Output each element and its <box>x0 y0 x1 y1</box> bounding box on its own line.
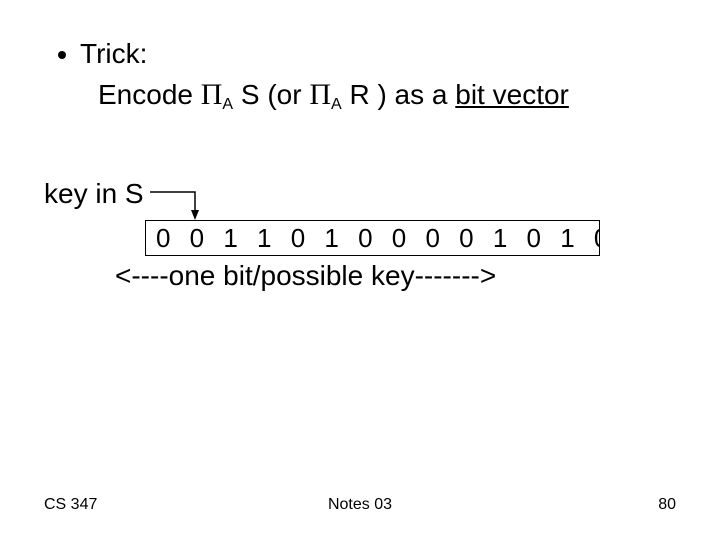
footer-page: 80 <box>658 496 676 514</box>
pi-sub-1: A <box>222 96 233 113</box>
pi-sub-2: A <box>331 96 342 113</box>
bullet-line-2: Encode ΠA S (or ΠA R ) as a bit vector <box>98 78 569 116</box>
footer-notes: Notes 03 <box>0 496 720 514</box>
pi-symbol-1: Π <box>201 78 223 111</box>
encode-R: R ) as a <box>342 79 456 110</box>
encode-S: S (or <box>233 79 309 110</box>
slide: Trick: Encode ΠA S (or ΠA R ) as a bit v… <box>0 0 720 540</box>
pi-symbol-2: Π <box>309 78 331 111</box>
encode-prefix: Encode <box>98 79 201 110</box>
trick-text: Trick: <box>80 38 147 70</box>
bit-vector-box: 0 0 1 1 0 1 0 0 0 0 1 0 1 0 0 <box>145 220 600 256</box>
bullet-line-1: Trick: <box>58 38 147 70</box>
bit-vector-text: bit vector <box>455 79 569 110</box>
bit-legend: <----one bit/possible key-------> <box>115 260 496 292</box>
bullet-dot <box>58 51 66 59</box>
key-in-s-label: key in S <box>44 178 144 210</box>
